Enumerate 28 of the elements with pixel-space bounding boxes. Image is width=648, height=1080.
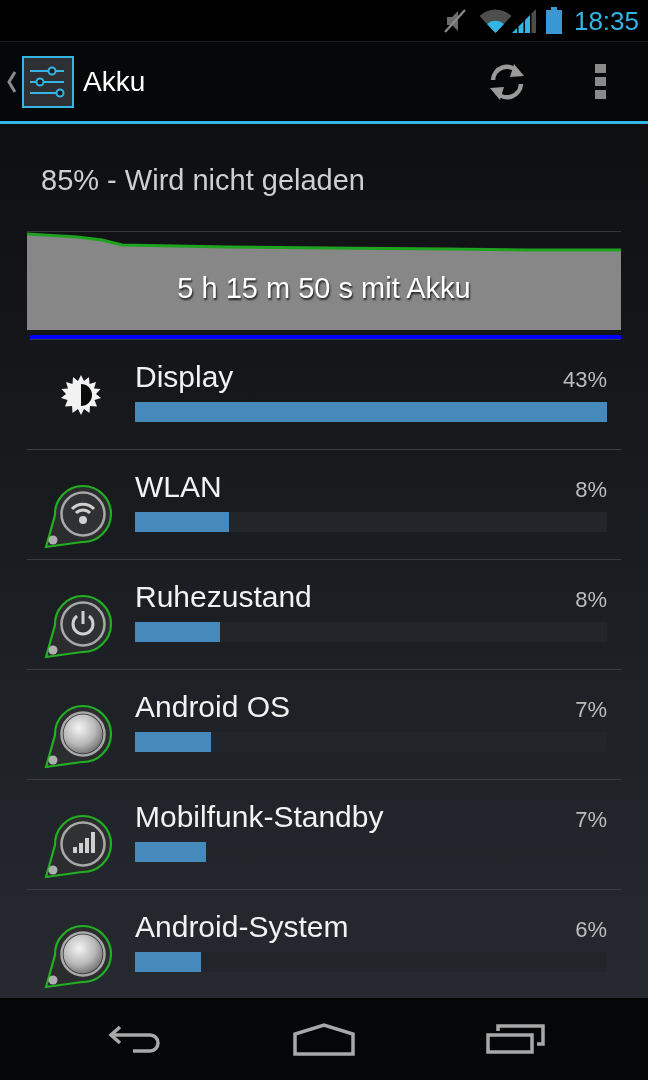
settings-sliders-icon[interactable] <box>22 55 74 108</box>
clock: 18:35 <box>573 5 639 36</box>
recents-icon[interactable] <box>486 1024 545 1054</box>
usage-name: Display <box>135 359 234 395</box>
usage-percent: 7% <box>575 696 607 724</box>
signal-icon <box>511 8 536 33</box>
wifi-icon <box>478 8 512 33</box>
usage-percent: 43% <box>562 366 607 394</box>
usage-percent: 6% <box>575 916 607 944</box>
overflow-menu-icon[interactable] <box>595 64 606 99</box>
battery-history-graph[interactable] <box>27 232 621 330</box>
screen-title: Akku <box>83 65 147 98</box>
battery-icon <box>545 7 562 34</box>
usage-percent: 8% <box>575 586 607 614</box>
usage-name: WLAN <box>135 469 222 505</box>
muted-speaker-icon <box>442 7 467 34</box>
home-icon[interactable] <box>293 1022 355 1056</box>
back-caret-icon[interactable] <box>7 70 17 93</box>
usage-name: Mobilfunk-Standby <box>135 799 384 835</box>
usage-percent: 8% <box>575 476 607 504</box>
usage-name: Android OS <box>135 689 291 725</box>
back-icon[interactable] <box>108 1025 163 1053</box>
usage-percent: 7% <box>575 806 607 834</box>
usage-name: Android-System <box>135 909 349 945</box>
usage-name: Ruhezustand <box>135 579 312 615</box>
battery-status-text: 85% - Wird nicht geladen <box>41 163 366 198</box>
brightness-icon <box>61 375 101 415</box>
battery-duration-label: 5 h 15 m 50 s mit Akku <box>177 271 471 305</box>
